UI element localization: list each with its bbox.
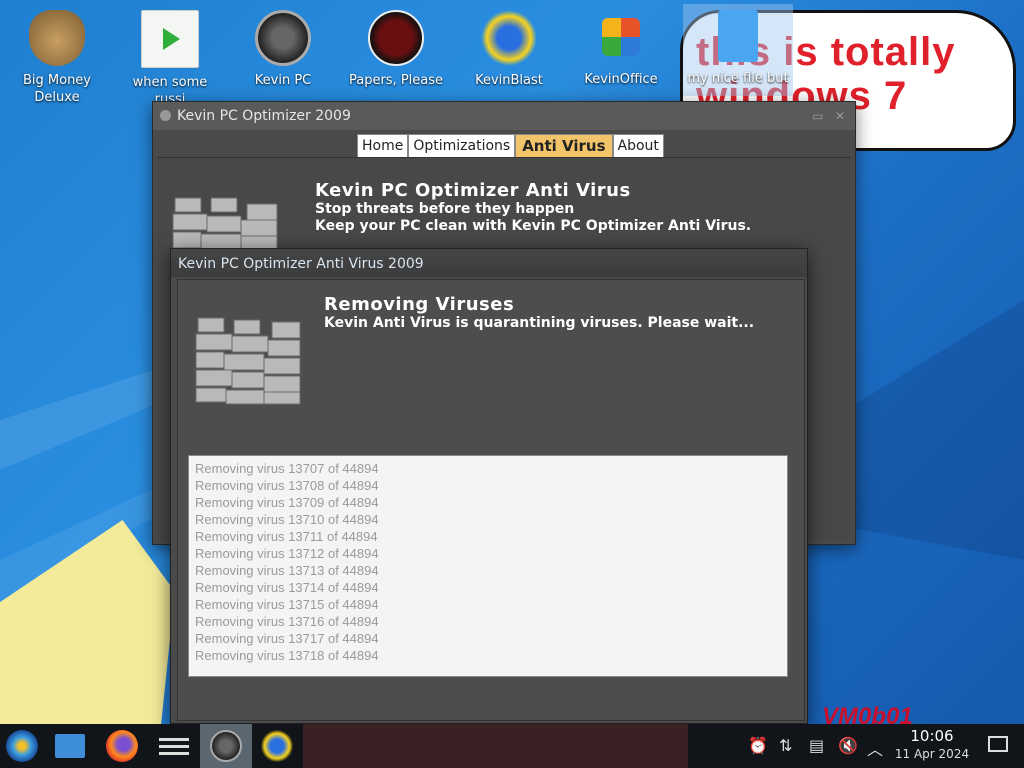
network-icon[interactable]: ⇅ bbox=[779, 736, 792, 755]
desktop-icon-papers-please[interactable]: Papers, Please bbox=[341, 0, 451, 89]
show-desktop-icon[interactable] bbox=[988, 736, 1008, 752]
desktop-icon-kevinoffice[interactable]: KevinOffice bbox=[566, 0, 676, 88]
log-line: Removing virus 13707 of 44894 bbox=[195, 461, 379, 476]
wallpaper-drawing bbox=[0, 520, 175, 725]
dialog-titlebar[interactable]: Kevin PC Optimizer Anti Virus 2009 bbox=[171, 249, 807, 277]
clock-date[interactable]: 11 Apr 2024 bbox=[894, 747, 970, 761]
desktop-icon-label: Papers, Please bbox=[348, 73, 444, 88]
log-line: Removing virus 13714 of 44894 bbox=[195, 580, 379, 595]
dialog-header: Removing Viruses Kevin Anti Virus is qua… bbox=[324, 294, 754, 331]
clock-time[interactable]: 10:06 bbox=[902, 727, 962, 745]
log-line: Removing virus 13715 of 44894 bbox=[195, 597, 379, 612]
alarm-icon[interactable]: ⏰ bbox=[748, 736, 768, 755]
tab-optimizations[interactable]: Optimizations bbox=[408, 134, 516, 159]
virus-log[interactable]: Removing virus 13707 of 44894 Removing v… bbox=[188, 455, 788, 677]
app-menu-icon[interactable] bbox=[160, 110, 171, 121]
window-controls[interactable]: ▭ ✕ bbox=[812, 102, 845, 130]
log-line: Removing virus 13708 of 44894 bbox=[195, 478, 379, 493]
start-orb-icon[interactable] bbox=[6, 730, 38, 762]
window-title: Kevin PC Optimizer 2009 bbox=[177, 108, 351, 124]
antivirus-dialog: Kevin PC Optimizer Anti Virus 2009 Remov… bbox=[170, 248, 808, 724]
dialog-heading: Removing Viruses bbox=[324, 294, 515, 315]
log-line: Removing virus 13709 of 44894 bbox=[195, 495, 379, 510]
kevin-pc-optimizer-icon[interactable] bbox=[210, 730, 242, 762]
dialog-message: Kevin Anti Virus is quarantining viruses… bbox=[324, 315, 755, 331]
tab-about[interactable]: About bbox=[612, 134, 664, 159]
log-line: Removing virus 13713 of 44894 bbox=[195, 563, 379, 578]
gauge-icon bbox=[255, 10, 311, 66]
desktop-icon-big-money[interactable]: Big Money Deluxe bbox=[2, 0, 112, 106]
volume-muted-icon[interactable]: 🔇 bbox=[838, 736, 858, 755]
log-line: Removing virus 13718 of 44894 bbox=[195, 648, 379, 663]
tab-home[interactable]: Home bbox=[357, 134, 409, 159]
kevinblast-icon[interactable] bbox=[261, 730, 293, 762]
log-line: Removing virus 13716 of 44894 bbox=[195, 614, 379, 629]
desktop-icon-label: my nice file but bbox=[687, 71, 789, 86]
burst-globe-icon bbox=[481, 10, 537, 66]
firewall-icon bbox=[195, 317, 301, 405]
taskbar: ⏰ ⇅ ▤ 🔇 ︿ 10:06 11 Apr 2024 bbox=[0, 724, 1024, 768]
taskbar-task-area[interactable] bbox=[303, 724, 688, 768]
firefox-icon[interactable] bbox=[106, 730, 138, 762]
anti-virus-description: Keep your PC clean with Kevin PC Optimiz… bbox=[315, 218, 752, 234]
log-line: Removing virus 13712 of 44894 bbox=[195, 546, 379, 561]
desktop-icon-video[interactable]: when some russi bbox=[115, 0, 225, 108]
anti-virus-header: Kevin PC Optimizer Anti Virus Stop threa… bbox=[315, 180, 751, 235]
firewall-icon bbox=[172, 197, 278, 251]
tray-expand-icon[interactable]: ︿ bbox=[867, 736, 883, 760]
money-bag-icon bbox=[29, 10, 85, 66]
anti-virus-title: Kevin PC Optimizer Anti Virus bbox=[315, 180, 631, 201]
anti-virus-subtitle: Stop threats before they happen bbox=[315, 201, 575, 217]
settings-icon[interactable] bbox=[159, 734, 189, 758]
desktop-icon-label: Kevin PC bbox=[254, 73, 312, 88]
tab-anti-virus[interactable]: Anti Virus bbox=[515, 134, 613, 159]
office-icon bbox=[602, 18, 640, 56]
papers-please-icon bbox=[368, 10, 424, 66]
desktop-icon-label: KevinBlast bbox=[475, 73, 543, 88]
dialog-content: Removing Viruses Kevin Anti Virus is qua… bbox=[177, 279, 805, 721]
video-file-icon bbox=[141, 10, 199, 68]
log-line: Removing virus 13717 of 44894 bbox=[195, 631, 379, 646]
desktop-icon-kevin-pc[interactable]: Kevin PC bbox=[228, 0, 338, 89]
desktop-icon-nice-file[interactable]: my nice file but bbox=[683, 4, 793, 96]
tab-bar: Home Optimizations Anti Virus About bbox=[357, 134, 664, 159]
log-line: Removing virus 13710 of 44894 bbox=[195, 512, 379, 527]
desktop-icon-kevinblast[interactable]: KevinBlast bbox=[454, 0, 564, 89]
clipboard-icon[interactable]: ▤ bbox=[809, 736, 824, 755]
document-icon bbox=[718, 10, 758, 62]
file-manager-icon[interactable] bbox=[55, 734, 85, 758]
main-window-titlebar[interactable]: Kevin PC Optimizer 2009 ▭ ✕ bbox=[153, 102, 855, 130]
desktop-icon-label: KevinOffice bbox=[584, 72, 658, 87]
desktop-icon-label: Big Money Deluxe bbox=[22, 73, 91, 105]
log-line: Removing virus 13711 of 44894 bbox=[195, 529, 378, 544]
